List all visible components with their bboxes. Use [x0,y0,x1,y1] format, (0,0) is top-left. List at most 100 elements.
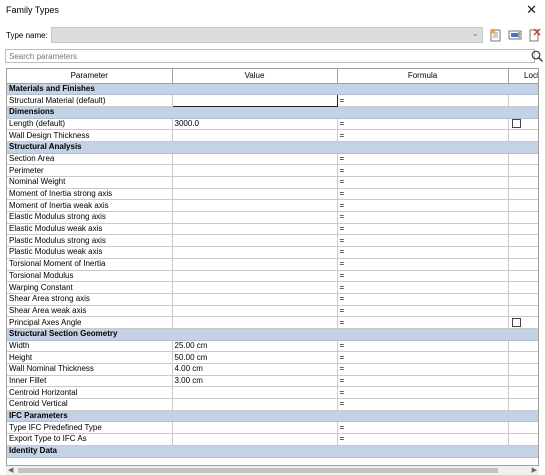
value-cell[interactable]: 50.00 cm [172,351,338,364]
formula-cell[interactable]: = [337,176,509,189]
value-cell[interactable] [172,433,338,446]
formula-cell[interactable]: = [337,246,509,259]
formula-cell[interactable]: = [337,363,509,376]
value-cell[interactable] [172,129,338,142]
formula-cell[interactable]: = [337,398,509,411]
formula-cell[interactable]: = [337,258,509,271]
value-cell[interactable] [172,270,338,283]
parameter-row[interactable]: Shear Area weak axis = [7,305,538,318]
parameter-row[interactable]: Wall Design Thickness = [7,129,538,142]
parameter-row[interactable]: Warping Constant = [7,281,538,294]
formula-cell[interactable]: = [337,129,509,142]
formula-cell[interactable]: = [337,305,509,318]
value-cell[interactable]: 3.00 cm [172,375,338,388]
parameter-row[interactable]: Inner Fillet 3.00 cm = [7,375,538,388]
formula-cell[interactable]: = [337,270,509,283]
formula-cell[interactable]: = [337,433,509,446]
group-header-row[interactable]: IFC Parameters [7,410,538,423]
value-cell[interactable]: 25.00 cm [172,340,338,353]
parameter-row[interactable]: Length (default) 3000.0 = [7,118,538,131]
parameter-row[interactable]: Plastic Modulus weak axis = [7,246,538,259]
formula-cell[interactable]: = [337,234,509,248]
parameter-row[interactable]: Elastic Modulus weak axis = [7,223,538,236]
formula-cell[interactable]: = [337,386,509,400]
formula-cell[interactable]: = [337,351,509,364]
column-header-lock[interactable]: Lock [508,69,538,84]
column-header-formula[interactable]: Formula [337,69,509,84]
formula-cell[interactable]: = [337,223,509,236]
value-cell[interactable] [171,94,338,107]
formula-cell[interactable]: = [337,316,509,329]
close-icon[interactable]: ✕ [526,2,537,18]
group-header-row[interactable]: Dimensions [7,106,538,119]
value-cell[interactable] [172,211,338,224]
horizontal-scrollbar[interactable]: ◀ ▶ [6,466,539,475]
value-cell[interactable] [172,176,338,189]
value-cell[interactable] [172,188,338,201]
parameter-row[interactable]: Moment of Inertia strong axis = [7,188,538,201]
value-cell[interactable] [172,386,338,400]
scrollbar-thumb[interactable] [18,468,498,473]
value-cell[interactable] [172,199,338,213]
value-cell[interactable] [172,258,338,271]
column-header-value[interactable]: Value [172,69,338,84]
value-cell[interactable]: 4.00 cm [172,363,338,376]
parameter-row[interactable]: Width 25.00 cm = [7,340,538,353]
value-cell[interactable] [172,164,338,177]
value-cell[interactable] [172,234,338,248]
formula-cell[interactable]: = [337,281,509,294]
formula-cell[interactable]: = [337,188,509,201]
type-name-dropdown[interactable]: ⌄ [51,27,483,43]
group-header-row[interactable]: Materials and Finishes [7,83,538,96]
value-cell[interactable] [172,421,338,435]
formula-cell[interactable]: = [337,164,509,177]
value-cell[interactable] [172,293,338,306]
parameter-row[interactable]: Section Area = [7,153,538,166]
search-icon[interactable] [530,49,544,63]
value-cell[interactable]: 3000.0 [172,118,338,131]
value-cell[interactable] [172,153,338,166]
parameter-row[interactable]: Centroid Vertical = [7,398,538,411]
parameter-row[interactable]: Shear Area strong axis = [7,293,538,306]
formula-cell[interactable]: = [337,340,509,353]
group-header-row[interactable]: Identity Data [7,445,538,458]
lock-checkbox[interactable] [511,317,521,327]
formula-cell[interactable]: = [337,153,509,166]
parameter-row[interactable]: Torsional Modulus = [7,270,538,283]
formula-cell[interactable]: = [337,118,509,131]
formula-cell[interactable]: = [337,421,509,435]
parameter-row[interactable]: Height 50.00 cm = [7,351,538,364]
lock-checkbox[interactable] [511,119,521,129]
group-header-row[interactable]: Structural Analysis [7,141,538,154]
parameter-row[interactable]: Wall Nominal Thickness 4.00 cm = [7,363,538,376]
rename-type-icon[interactable] [508,28,522,42]
parameter-row[interactable]: Type IFC Predefined Type = [7,421,538,435]
formula-cell[interactable]: = [337,211,509,224]
formula-cell[interactable]: = [337,199,509,213]
search-input[interactable]: Search parameters [5,49,535,63]
parameter-row[interactable]: Perimeter = [7,164,538,177]
parameter-row[interactable]: Plastic Modulus strong axis = [7,234,538,248]
group-header-row[interactable]: Structural Section Geometry [7,328,538,341]
parameter-row[interactable]: Torsional Moment of Inertia = [7,258,538,271]
parameter-row[interactable]: Elastic Modulus strong axis = [7,211,538,224]
formula-cell[interactable]: = [337,94,509,107]
value-cell[interactable] [172,398,338,411]
scroll-left-icon[interactable]: ◀ [8,466,13,474]
parameter-row[interactable]: Export Type to IFC As = [7,433,538,446]
parameter-row[interactable]: Nominal Weight = [7,176,538,189]
value-cell[interactable] [172,223,338,236]
new-type-icon[interactable] [489,28,503,42]
parameter-row[interactable]: Principal Axes Angle = [7,316,538,329]
parameter-row[interactable]: Centroid Horizontal = [7,386,538,400]
parameter-row[interactable]: Structural Material (default) = [7,94,538,107]
formula-cell[interactable]: = [337,375,509,388]
formula-cell[interactable]: = [337,293,509,306]
delete-type-icon[interactable] [527,28,541,42]
column-header-parameter[interactable]: Parameter [7,69,173,84]
value-cell[interactable] [172,246,338,259]
parameter-row[interactable]: Moment of Inertia weak axis = [7,199,538,213]
scroll-right-icon[interactable]: ▶ [532,466,537,474]
value-cell[interactable] [172,305,338,318]
value-cell[interactable] [172,281,338,294]
